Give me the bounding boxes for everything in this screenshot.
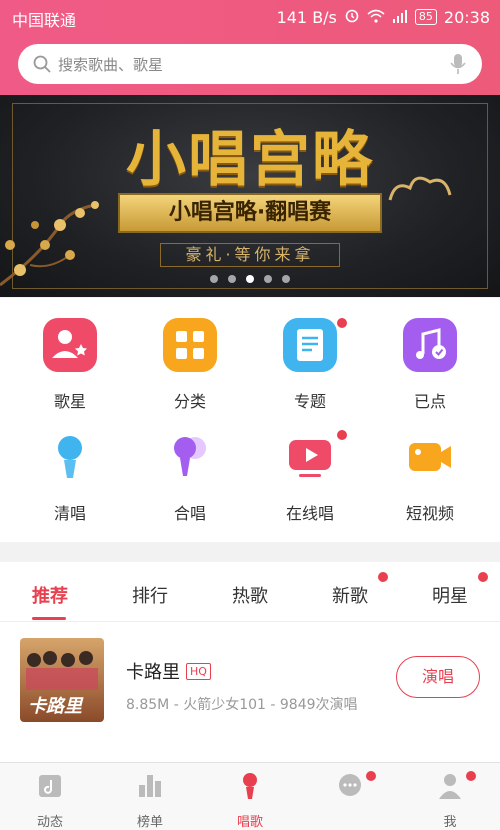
message-icon (335, 771, 365, 801)
clock: 20:38 (443, 7, 490, 27)
search-bar[interactable]: 搜索歌曲、歌星 (18, 44, 482, 84)
song-section: 推荐 排行 热歌 新歌 明星 卡路里 卡路里 HQ 8.85M - 火箭少女101 - 984… (0, 562, 500, 762)
promo-banner[interactable]: 小唱宫略 小唱宫略·翻唱赛 豪礼·等你来拿 (0, 95, 500, 297)
nav-item-microphone[interactable]: 唱歌 (200, 771, 300, 830)
active-tab-indicator (32, 617, 66, 620)
song-row[interactable]: 卡路里 卡路里 HQ 8.85M - 火箭少女101 - 9849次演唱 演唱 (0, 628, 500, 728)
banner-subtitle: 小唱宫略·翻唱赛 (118, 193, 382, 233)
music-note-icon (403, 318, 457, 372)
pager-dot[interactable] (246, 275, 254, 283)
banner-pager[interactable] (0, 275, 500, 283)
sing-button[interactable]: 演唱 (396, 656, 480, 698)
duet-microphone-icon (163, 430, 217, 484)
song-title: 卡路里 HQ (126, 658, 211, 684)
hq-badge: HQ (186, 663, 211, 680)
feed-icon (35, 771, 65, 801)
status-right: 141 B/s 85 20:38 (277, 7, 490, 27)
notification-dot (366, 771, 376, 781)
tab-4[interactable]: 明星 (400, 572, 500, 608)
notification-dot (378, 572, 388, 582)
grid-item-video-play[interactable]: 在线唱 (260, 430, 360, 524)
alarm-icon (344, 7, 360, 27)
user-icon (435, 771, 465, 801)
grid-item-label: 清唱 (53, 504, 86, 523)
tab-3[interactable]: 新歌 (300, 572, 400, 608)
pager-dot[interactable] (228, 275, 236, 283)
nav-item-message[interactable] (300, 771, 400, 811)
nav-item-feed[interactable]: 动态 (0, 771, 100, 830)
grid-item-label: 专题 (293, 392, 326, 411)
carrier-label: 中国联通 (12, 11, 77, 30)
banner-caption: 豪礼·等你来拿 (160, 243, 340, 267)
notification-dot (478, 572, 488, 582)
banner-title: 小唱宫略 (126, 125, 374, 195)
tab-0[interactable]: 推荐 (0, 582, 100, 608)
top-header: 中国联通 141 B/s 85 20:38 搜索歌曲、歌星 (0, 0, 500, 95)
bottom-navigation: 动态 榜单 唱歌 我 (0, 762, 500, 830)
tab-1[interactable]: 排行 (100, 582, 200, 608)
nav-item-label: 我 (443, 815, 457, 830)
tab-2[interactable]: 热歌 (200, 582, 300, 608)
album-cover-title: 卡路里 (28, 696, 82, 717)
topic-icon (283, 318, 337, 372)
grid-item-music-note[interactable]: 已点 (380, 318, 480, 412)
grid-item-label: 合唱 (173, 504, 206, 523)
grid-item-label: 歌星 (53, 392, 86, 411)
pager-dot[interactable] (210, 275, 218, 283)
notification-dot (337, 318, 347, 328)
grid-item-label: 短视频 (405, 504, 454, 523)
grid-item-topic[interactable]: 专题 (260, 318, 360, 412)
microphone-icon (43, 430, 97, 484)
chart-icon (135, 771, 165, 801)
status-bar: 中国联通 141 B/s 85 20:38 (0, 0, 500, 34)
pager-dot[interactable] (282, 275, 290, 283)
grid-item-singer[interactable]: 歌星 (20, 318, 120, 412)
grid-item-label: 分类 (173, 392, 206, 411)
search-icon (32, 54, 52, 78)
notification-dot (337, 430, 347, 440)
grid-item-microphone[interactable]: 清唱 (20, 430, 120, 524)
nav-item-label: 唱歌 (236, 815, 263, 830)
nav-item-chart[interactable]: 榜单 (100, 771, 200, 830)
album-cover: 卡路里 (20, 638, 104, 722)
category-icon (163, 318, 217, 372)
grid-item-label: 已点 (413, 392, 446, 411)
pager-dot[interactable] (264, 275, 272, 283)
singer-icon (43, 318, 97, 372)
nav-item-user[interactable]: 我 (400, 771, 500, 830)
song-meta: 8.85M - 火箭少女101 - 9849次演唱 (126, 697, 358, 713)
grid-item-label: 在线唱 (285, 504, 334, 523)
microphone-icon (235, 771, 265, 801)
nav-item-label: 榜单 (136, 815, 163, 830)
network-speed: 141 B/s (276, 7, 337, 27)
search-input[interactable]: 搜索歌曲、歌星 (58, 54, 163, 75)
wifi-icon (367, 8, 385, 27)
video-camera-icon (403, 430, 457, 484)
grid-item-video-camera[interactable]: 短视频 (380, 430, 480, 524)
category-tabs: 推荐 排行 热歌 新歌 明星 (0, 562, 500, 622)
nav-item-label: 动态 (36, 815, 63, 830)
battery-icon: 85 (414, 9, 437, 25)
grid-item-category[interactable]: 分类 (140, 318, 240, 412)
voice-search-icon[interactable] (450, 53, 466, 79)
notification-dot (466, 771, 476, 781)
grid-item-duet-microphone[interactable]: 合唱 (140, 430, 240, 524)
feature-grid: 歌星 分类 专题 已点清唱 合唱 在线唱 短视频 (0, 298, 500, 542)
video-play-icon (283, 430, 337, 484)
signal-icon (392, 8, 408, 27)
